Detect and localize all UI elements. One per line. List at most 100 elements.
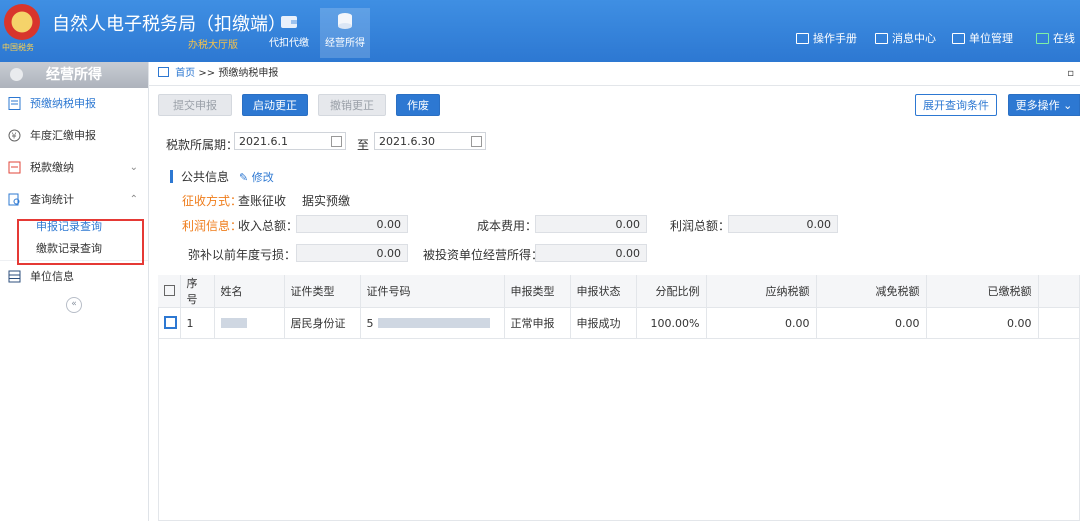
breadcrumb: 首页 >> 预缴纳税申报 ▫ <box>148 62 1080 86</box>
manual-icon <box>796 32 809 44</box>
cancel-correction-button[interactable]: 撤销更正 <box>318 94 386 116</box>
sidebar-item-label: 预缴纳税申报 <box>30 97 96 110</box>
sidebar-header: 经营所得 <box>0 62 148 88</box>
calendar-icon[interactable] <box>331 136 342 147</box>
manual-link[interactable]: 操作手册 <box>796 30 857 46</box>
nav-tab-withholding[interactable]: 代扣代缴 <box>264 8 314 58</box>
chevron-down-icon: ⌄ <box>129 162 138 173</box>
breadcrumb-current: 预缴纳税申报 <box>218 68 279 79</box>
tab-close-icon[interactable]: ▫ <box>1067 62 1074 86</box>
nav-tab-business-income[interactable]: 经营所得 <box>320 8 370 58</box>
section-bar <box>170 170 173 183</box>
investee-income-label: 被投资单位经营所得： <box>423 248 544 262</box>
table-header-row: 序号 姓名 证件类型 证件号码 申报类型 申报状态 分配比例 应纳税额 减免税额… <box>158 275 1080 308</box>
col-header-ratio: 分配比例 <box>636 275 707 308</box>
cell-status: 申报成功 <box>570 307 637 339</box>
unit-management-link[interactable]: 单位管理 <box>952 30 1013 46</box>
breadcrumb-separator: >> <box>198 68 216 79</box>
income-field: 0.00 <box>296 215 408 233</box>
period-to-label: 至 <box>357 138 370 152</box>
home-icon <box>158 67 169 77</box>
cost-field: 0.00 <box>535 215 647 233</box>
sidebar-item-label: 单位信息 <box>30 270 74 283</box>
select-all-cell[interactable] <box>158 275 181 308</box>
unit-info-icon <box>8 270 21 283</box>
calendar-icon[interactable] <box>471 136 482 147</box>
breadcrumb-home[interactable]: 首页 <box>175 68 195 79</box>
start-correction-button[interactable]: 启动更正 <box>242 94 308 116</box>
annual-icon: ¥ <box>8 129 21 142</box>
online-status[interactable]: 在线 <box>1036 30 1075 46</box>
unit-link-label: 单位管理 <box>969 32 1013 45</box>
declaration-table: 序号 姓名 证件类型 证件号码 申报类型 申报状态 分配比例 应纳税额 减免税额… <box>158 275 1080 339</box>
chevron-up-icon: ⌃ <box>129 194 138 205</box>
prepay-doc-icon <box>8 97 21 110</box>
col-header-name: 姓名 <box>214 275 285 308</box>
sidebar-item-tax-payment[interactable]: 税款缴纳 ⌄ <box>0 152 148 184</box>
expand-query-button[interactable]: 展开查询条件 <box>915 94 997 116</box>
table-row[interactable]: 1 居民身份证 5 正常申报 申报成功 100.00% 0.00 0.00 0.… <box>158 307 1080 339</box>
period-from-input[interactable]: 2021.6.1 <box>234 132 346 150</box>
redacted-name <box>220 317 247 328</box>
tax-emblem-icon <box>4 4 40 40</box>
coins-icon <box>338 13 352 29</box>
chevron-down-icon: ⌄ <box>1063 99 1073 112</box>
row-select-cell[interactable] <box>158 307 181 339</box>
message-center-link[interactable]: 消息中心 <box>875 30 936 46</box>
sidebar-item-label: 查询统计 <box>30 193 74 206</box>
void-button[interactable]: 作废 <box>396 94 440 116</box>
period-from-value: 2021.6.1 <box>239 135 288 148</box>
sidebar-item-query-stats[interactable]: 查询统计 ⌃ <box>0 184 148 216</box>
col-header-decl-type: 申报类型 <box>504 275 571 308</box>
more-operations-button[interactable]: 更多操作 ⌄ <box>1008 94 1080 116</box>
cell-decl-type: 正常申报 <box>504 307 571 339</box>
message-link-label: 消息中心 <box>892 32 936 45</box>
edit-label: 修改 <box>251 170 274 184</box>
col-header-tax-paid: 已缴税额 <box>926 275 1039 308</box>
cell-id-no-text: 5 <box>366 316 374 330</box>
checkbox-icon[interactable] <box>164 284 175 296</box>
cell-tax-reduced: 0.00 <box>816 307 927 339</box>
col-header-tax-due: 应纳税额 <box>706 275 817 308</box>
emblem-text: 中国税务 <box>2 43 34 52</box>
investee-income-field: 0.00 <box>535 244 647 262</box>
collapse-sidebar-button[interactable]: « <box>66 297 82 313</box>
collection-method-value: 查账征收 <box>238 194 287 208</box>
query-icon <box>8 193 20 206</box>
col-header-id-type: 证件类型 <box>284 275 361 308</box>
nav-tab-label: 经营所得 <box>325 38 365 49</box>
cell-ratio: 100.00% <box>636 307 707 339</box>
edit-link[interactable]: ✎ 修改 <box>239 169 274 185</box>
online-icon <box>1036 32 1049 44</box>
public-info-title: 公共信息 <box>181 170 230 184</box>
manual-link-label: 操作手册 <box>813 32 857 45</box>
sidebar-item-annual-declaration[interactable]: ¥ 年度汇缴申报 <box>0 120 148 152</box>
app-subtitle: 办税大厅版 <box>188 40 238 51</box>
checkbox-icon[interactable] <box>164 315 177 329</box>
public-info-header: 公共信息 ✎ 修改 <box>170 168 274 185</box>
col-header-extra <box>1038 275 1080 308</box>
highlight-box <box>17 219 144 265</box>
unit-icon <box>952 32 965 44</box>
submit-declaration-button[interactable]: 提交申报 <box>158 94 232 116</box>
cell-id-no: 5 <box>360 307 505 339</box>
col-header-tax-reduced: 减免税额 <box>816 275 927 308</box>
cell-extra <box>1038 307 1080 339</box>
profit-total-label: 利润总额： <box>670 219 731 233</box>
sidebar-item-prepay-declaration[interactable]: 预缴纳税申报 <box>0 88 148 120</box>
col-header-id-no: 证件号码 <box>360 275 505 308</box>
nav-tab-label: 代扣代缴 <box>269 38 309 49</box>
income-label: 收入总额： <box>238 219 299 233</box>
profit-total-field: 0.00 <box>728 215 838 233</box>
col-header-status: 申报状态 <box>570 275 637 308</box>
more-operations-label: 更多操作 <box>1015 99 1060 112</box>
app-title: 自然人电子税务局（扣缴端） <box>52 14 286 35</box>
loss-carryforward-label: 弥补以前年度亏损： <box>188 248 297 262</box>
coin-icon <box>10 68 23 81</box>
svg-text:¥: ¥ <box>12 132 17 141</box>
period-to-input[interactable]: 2021.6.30 <box>374 132 486 150</box>
cost-label: 成本费用： <box>477 219 538 233</box>
profit-info-label: 利润信息： <box>182 219 243 233</box>
period-to-value: 2021.6.30 <box>379 135 435 148</box>
cell-id-type: 居民身份证 <box>284 307 361 339</box>
